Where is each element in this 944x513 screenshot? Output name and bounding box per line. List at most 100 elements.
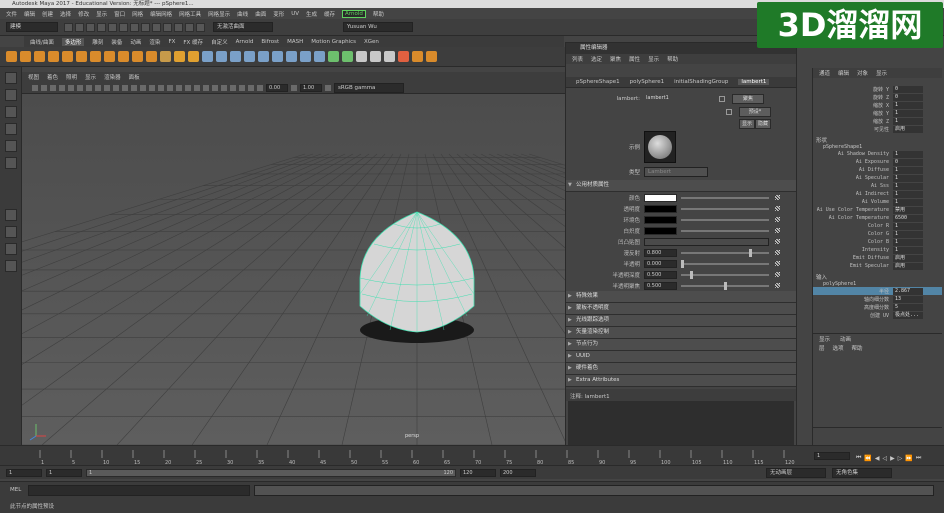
outliner-layout-icon[interactable] (5, 260, 17, 272)
channel-value[interactable]: 0 (893, 158, 923, 166)
channel-menu-3[interactable]: 显示 (876, 69, 887, 77)
plane-icon[interactable] (76, 51, 87, 62)
channel-row[interactable]: Color G 1 (813, 230, 942, 238)
map-button-icon[interactable] (775, 261, 780, 266)
channel-value[interactable]: 极点处... (893, 311, 923, 319)
channel-value[interactable]: 1 (893, 109, 923, 117)
channel-row[interactable]: 旋转 Y 0 (813, 85, 942, 93)
save-scene-icon[interactable] (86, 22, 95, 32)
section-6[interactable]: 硬件着色 (566, 363, 796, 375)
ae-tab-2[interactable]: initialShadingGroup (674, 79, 728, 85)
channel-value[interactable]: 1 (893, 198, 923, 206)
menu-3[interactable]: 选择 (60, 10, 71, 18)
menu-set-dropdown[interactable]: 建模 (6, 22, 58, 32)
step-forward-icon[interactable]: ▷ (898, 455, 903, 462)
depth-of-field-icon[interactable] (212, 84, 218, 91)
sphere-icon[interactable] (6, 51, 17, 62)
safe-action-icon[interactable] (113, 84, 119, 91)
map-button-icon[interactable] (775, 195, 780, 200)
inner-start-field[interactable]: 1 (46, 468, 82, 477)
menu-14[interactable]: UV (291, 11, 299, 17)
channel-row[interactable]: Ai Specular 1 (813, 174, 942, 182)
menu-0[interactable]: 文件 (6, 10, 17, 18)
quad-draw-icon[interactable] (384, 51, 395, 62)
slider-handle[interactable] (681, 259, 684, 268)
layer-menu-0[interactable]: 层 (819, 344, 825, 352)
viewport-menu-3[interactable]: 显示 (85, 73, 96, 81)
channel-row[interactable]: Ai Exposure 0 (813, 158, 942, 166)
section-7[interactable]: Extra Attributes (566, 375, 796, 387)
channel-row[interactable]: 缩放 X 1 (813, 101, 942, 109)
cone-icon[interactable] (48, 51, 59, 62)
output-connection-icon[interactable] (726, 109, 732, 115)
current-frame-field[interactable]: 1 (814, 452, 850, 460)
lasso-tool-icon[interactable] (5, 89, 17, 101)
svg-icon[interactable] (188, 51, 199, 62)
viewport-menu-2[interactable]: 照明 (66, 73, 77, 81)
disc-icon[interactable] (90, 51, 101, 62)
channel-value[interactable]: 启用 (893, 125, 923, 133)
safe-title-icon[interactable] (122, 84, 128, 91)
ae-menu-5[interactable]: 帮助 (667, 55, 678, 63)
channel-value[interactable]: 6500 (893, 214, 923, 222)
mel-input[interactable] (28, 484, 250, 496)
show-button[interactable]: 显示 (739, 119, 755, 129)
bevel-icon[interactable] (314, 51, 325, 62)
channel-value[interactable]: 1 (893, 150, 923, 158)
perspective-viewport[interactable]: persp M (22, 94, 565, 445)
shelf-tab-12[interactable]: Motion Graphics (311, 39, 356, 45)
ae-menu-4[interactable]: 显示 (648, 55, 659, 63)
shelf-tab-6[interactable]: FX (168, 39, 175, 45)
bookmark-icon[interactable] (50, 84, 56, 91)
resolution-gate-icon[interactable] (86, 84, 92, 91)
xray-icon[interactable] (230, 84, 236, 91)
menu-13[interactable]: 变形 (273, 10, 284, 18)
no-live-surface[interactable]: 无激活曲面 (213, 22, 273, 32)
map-button-icon[interactable] (775, 206, 780, 211)
channel-row[interactable]: 缩放 Z 1 (813, 117, 942, 125)
gate-mask-icon[interactable] (95, 84, 101, 91)
paint-select-icon[interactable] (5, 106, 17, 118)
channel-value[interactable]: 1 (893, 182, 923, 190)
menu-11[interactable]: 曲线 (237, 10, 248, 18)
boolean-icon[interactable] (244, 51, 255, 62)
channel-row[interactable]: 半径 2.867 (813, 287, 942, 295)
multi-cut-icon[interactable] (356, 51, 367, 62)
render-icon[interactable] (185, 22, 194, 32)
pipe-icon[interactable] (146, 51, 157, 62)
channel-row[interactable]: Ai Diffuse 1 (813, 166, 942, 174)
channel-value[interactable]: 1 (893, 174, 923, 182)
step-back-key-icon[interactable]: ⏪ (864, 455, 871, 462)
new-scene-icon[interactable] (64, 22, 73, 32)
shelf-tab-3[interactable]: 装备 (111, 38, 122, 46)
channel-value[interactable]: 禁用 (893, 206, 923, 214)
section-2[interactable]: 光线跟踪选项 (566, 315, 796, 327)
channel-row[interactable]: Ai Sss 1 (813, 182, 942, 190)
menu-12[interactable]: 曲面 (255, 10, 266, 18)
slider-handle[interactable] (689, 270, 693, 279)
channel-value[interactable]: 5 (893, 303, 923, 311)
channel-menu-0[interactable]: 通道 (819, 69, 830, 77)
scale-tool-icon[interactable] (5, 157, 17, 169)
shelf-tab-10[interactable]: Bifrost (261, 39, 279, 45)
channel-value[interactable]: 0 (893, 85, 923, 93)
shelf-tab-5[interactable]: 渲染 (149, 38, 160, 46)
open-scene-icon[interactable] (75, 22, 84, 32)
color-management-icon[interactable] (325, 84, 331, 91)
map-button-icon[interactable] (775, 272, 780, 277)
channel-row[interactable]: Color B 1 (813, 238, 942, 246)
ae-tab-1[interactable]: polySphere1 (630, 79, 665, 85)
channel-value[interactable]: 1 (893, 230, 923, 238)
torus-icon[interactable] (62, 51, 73, 62)
channel-value[interactable]: 0 (893, 93, 923, 101)
map-button-icon[interactable] (775, 217, 780, 222)
color-swatch[interactable] (644, 215, 677, 224)
type-dropdown[interactable]: Lambert (644, 167, 708, 177)
attribute-value[interactable]: 0.500 (644, 281, 677, 290)
attribute-slider[interactable] (681, 207, 769, 210)
snap-curve-icon[interactable] (163, 22, 172, 32)
section-0[interactable]: 特殊效果 (566, 291, 796, 303)
channel-row[interactable]: Emit Specular 启用 (813, 262, 942, 270)
color-swatch[interactable] (644, 204, 677, 213)
channel-row[interactable]: Ai Indirect 1 (813, 190, 942, 198)
